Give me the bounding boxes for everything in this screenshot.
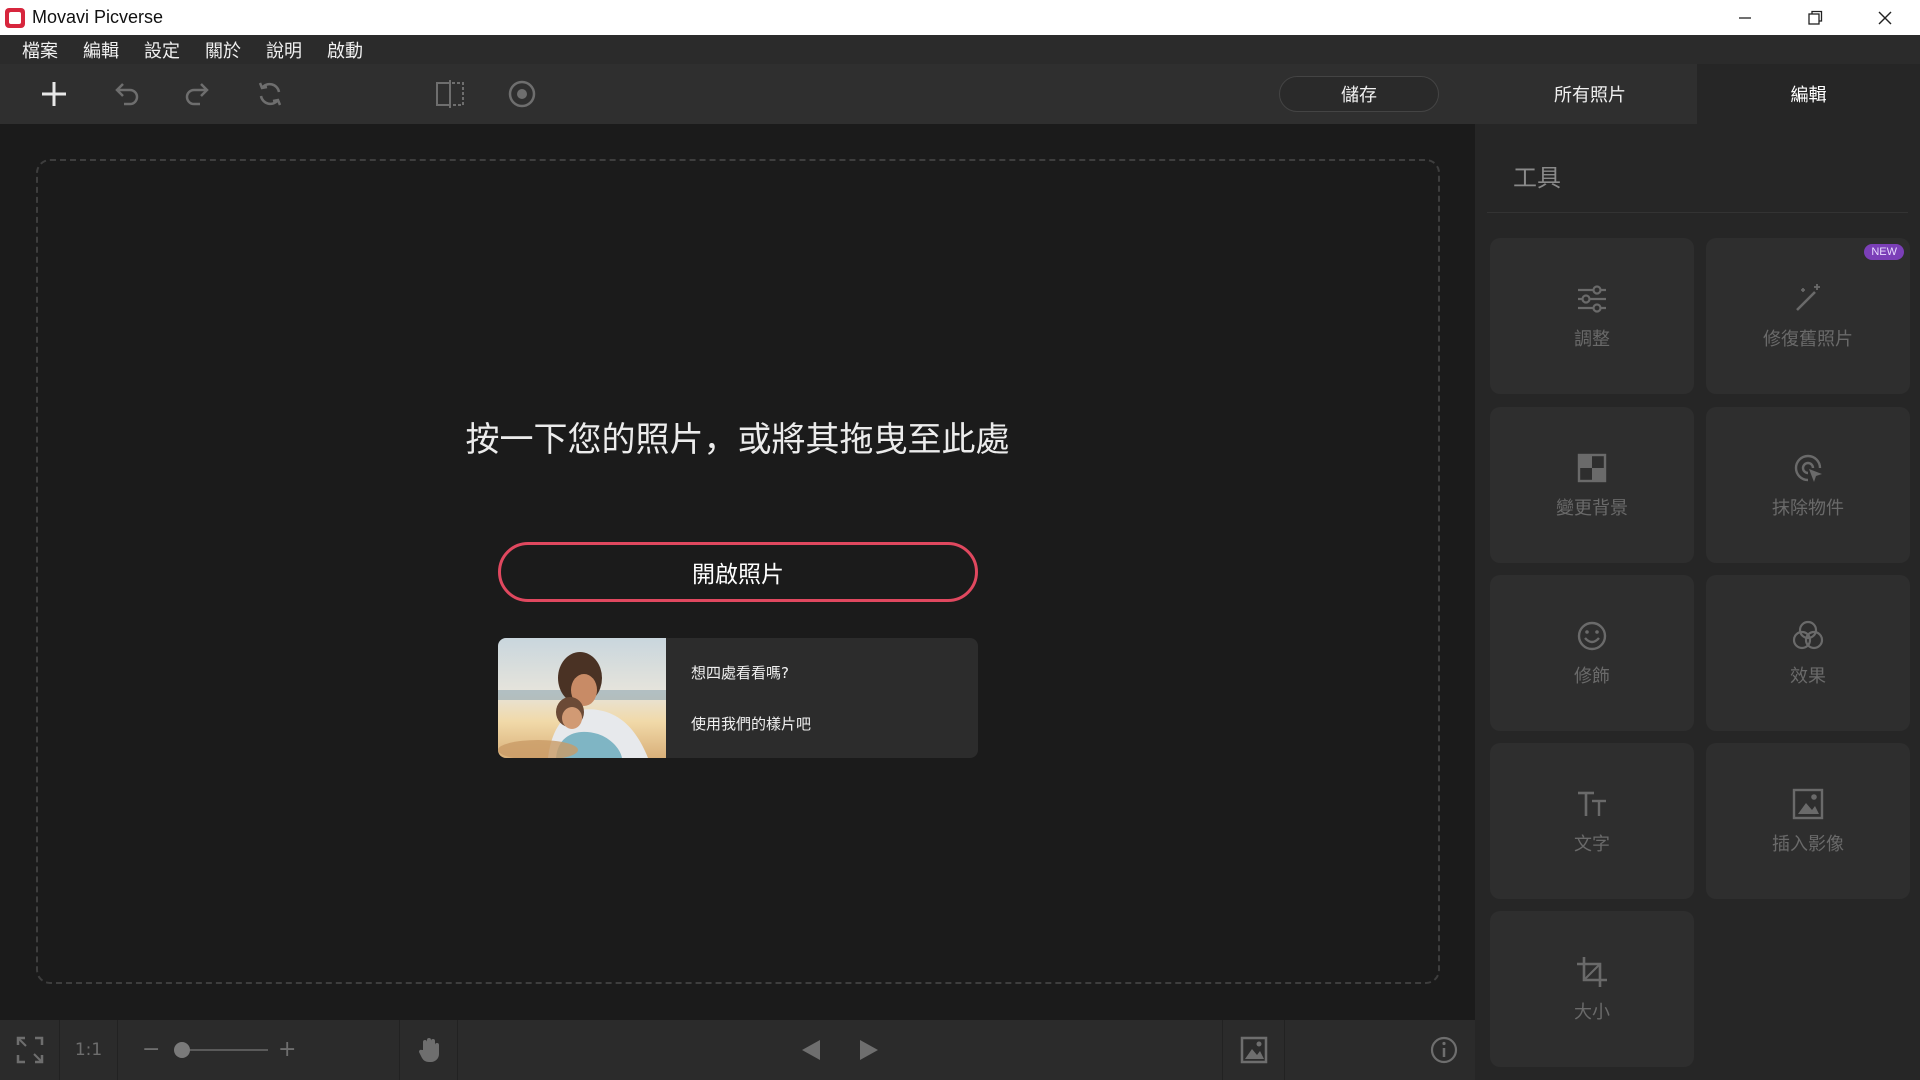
restore-button[interactable] bbox=[1780, 0, 1850, 35]
open-photo-button[interactable]: 開啟照片 bbox=[498, 542, 978, 602]
magic-wand-icon bbox=[1790, 281, 1826, 317]
compare-icon bbox=[436, 80, 464, 108]
zoom-out-button[interactable]: − bbox=[142, 1037, 160, 1062]
minimize-button[interactable] bbox=[1710, 0, 1780, 35]
background-icon bbox=[1574, 450, 1610, 486]
sample-photo-image bbox=[498, 638, 666, 758]
tool-adjust[interactable]: 調整 bbox=[1490, 238, 1694, 394]
tools-panel-title: 工具 bbox=[1513, 164, 1561, 192]
reset-button[interactable] bbox=[250, 74, 290, 114]
new-badge: NEW bbox=[1864, 244, 1904, 260]
redo-icon bbox=[185, 83, 209, 106]
tool-label: 插入影像 bbox=[1772, 834, 1844, 855]
tool-label: 效果 bbox=[1790, 666, 1826, 687]
close-icon bbox=[1878, 11, 1892, 24]
sample-headline: 想四處看看嗎? bbox=[691, 664, 789, 682]
tab-edit[interactable]: 編輯 bbox=[1697, 64, 1920, 124]
tool-resize[interactable]: 大小 bbox=[1490, 911, 1694, 1067]
tool-label: 變更背景 bbox=[1556, 498, 1628, 519]
tool-restore-old-photo[interactable]: NEW 修復舊照片 bbox=[1706, 238, 1910, 394]
tool-label: 調整 bbox=[1574, 329, 1610, 350]
menu-settings[interactable]: 設定 bbox=[144, 37, 180, 63]
info-button[interactable] bbox=[1285, 1020, 1475, 1080]
menu-edit[interactable]: 編輯 bbox=[83, 37, 119, 63]
zoom-in-button[interactable]: + bbox=[278, 1037, 296, 1062]
minimize-icon bbox=[1739, 16, 1751, 19]
toolbar: 儲存 所有照片 編輯 bbox=[0, 64, 1920, 124]
bottom-bar: 1:1 − + bbox=[0, 1020, 1475, 1080]
menu-bar: 檔案 編輯 設定 關於 說明 啟動 bbox=[0, 35, 1920, 64]
close-button[interactable] bbox=[1850, 0, 1920, 35]
zoom-slider-knob[interactable] bbox=[174, 1042, 190, 1058]
window-title: Movavi Picverse bbox=[32, 7, 164, 27]
sliders-icon bbox=[1574, 281, 1610, 317]
hand-icon bbox=[418, 1038, 439, 1063]
menu-help[interactable]: 說明 bbox=[266, 37, 302, 63]
fullscreen-icon bbox=[16, 1036, 43, 1064]
menu-activate[interactable]: 啟動 bbox=[327, 37, 363, 63]
tool-insert-image[interactable]: 插入影像 bbox=[1706, 743, 1910, 899]
menu-about[interactable]: 關於 bbox=[205, 37, 241, 63]
plus-icon bbox=[42, 82, 66, 106]
text-icon bbox=[1574, 786, 1610, 822]
drop-prompt: 按一下您的照片，或將其拖曳至此處 bbox=[465, 420, 1010, 460]
next-icon[interactable] bbox=[854, 1035, 884, 1065]
tool-label: 文字 bbox=[1574, 834, 1610, 855]
tool-label: 修復舊照片 bbox=[1763, 329, 1853, 350]
window-controls bbox=[1710, 0, 1920, 35]
preview-button[interactable] bbox=[502, 74, 542, 114]
panel-divider bbox=[1487, 212, 1908, 213]
tool-label: 大小 bbox=[1574, 1002, 1610, 1023]
restore-icon bbox=[1808, 10, 1823, 25]
tool-retouch[interactable]: 修飾 bbox=[1490, 575, 1694, 731]
menu-file[interactable]: 檔案 bbox=[22, 37, 58, 63]
zoom-ratio-button[interactable]: 1:1 bbox=[60, 1020, 118, 1080]
previous-icon[interactable] bbox=[796, 1035, 826, 1065]
insert-image-icon bbox=[1790, 786, 1826, 822]
photo-canvas[interactable]: 按一下您的照片，或將其拖曳至此處 開啟照片 想四處看看嗎? 使用我們的樣片吧 bbox=[0, 124, 1475, 1020]
undo-button[interactable] bbox=[106, 74, 146, 114]
tools-panel: 工具 調整 NEW 修復舊照片 變更背景 抹除物件 修飾 效果 文字 插入影像 … bbox=[1475, 124, 1920, 1080]
crop-icon bbox=[1574, 954, 1610, 990]
zoom-ratio-label: 1:1 bbox=[74, 1040, 103, 1060]
zoom-control: − + bbox=[118, 1020, 400, 1080]
undo-icon bbox=[115, 83, 139, 106]
eraser-target-icon bbox=[1790, 450, 1826, 486]
info-icon bbox=[1430, 1036, 1458, 1064]
navigation-controls bbox=[458, 1020, 1223, 1080]
add-button[interactable] bbox=[34, 74, 74, 114]
effects-icon bbox=[1790, 618, 1826, 654]
zoom-slider-track[interactable] bbox=[182, 1049, 268, 1051]
image-icon bbox=[1240, 1036, 1267, 1064]
sample-subtext: 使用我們的樣片吧 bbox=[691, 715, 812, 733]
tool-change-background[interactable]: 變更背景 bbox=[1490, 407, 1694, 563]
gallery-button[interactable] bbox=[1223, 1020, 1285, 1080]
save-button[interactable]: 儲存 bbox=[1279, 76, 1439, 112]
smile-icon bbox=[1574, 618, 1610, 654]
eye-icon bbox=[508, 80, 536, 108]
tool-label: 抹除物件 bbox=[1772, 498, 1844, 519]
sample-text-block: 想四處看看嗎? 使用我們的樣片吧 bbox=[666, 638, 811, 758]
tool-effects[interactable]: 效果 bbox=[1706, 575, 1910, 731]
tool-erase-object[interactable]: 抹除物件 bbox=[1706, 407, 1910, 563]
refresh-icon bbox=[258, 82, 282, 106]
app-logo-icon bbox=[5, 7, 25, 28]
sample-thumbnail bbox=[498, 638, 666, 758]
tool-label: 修飾 bbox=[1574, 666, 1610, 687]
fit-screen-button[interactable] bbox=[0, 1020, 60, 1080]
compare-button[interactable] bbox=[430, 74, 470, 114]
tool-text[interactable]: 文字 bbox=[1490, 743, 1694, 899]
title-bar: Movavi Picverse bbox=[0, 0, 1920, 35]
tab-all-photos[interactable]: 所有照片 bbox=[1480, 64, 1700, 124]
pan-tool-button[interactable] bbox=[400, 1020, 458, 1080]
redo-button[interactable] bbox=[178, 74, 218, 114]
sample-photos-card[interactable]: 想四處看看嗎? 使用我們的樣片吧 bbox=[498, 638, 978, 758]
